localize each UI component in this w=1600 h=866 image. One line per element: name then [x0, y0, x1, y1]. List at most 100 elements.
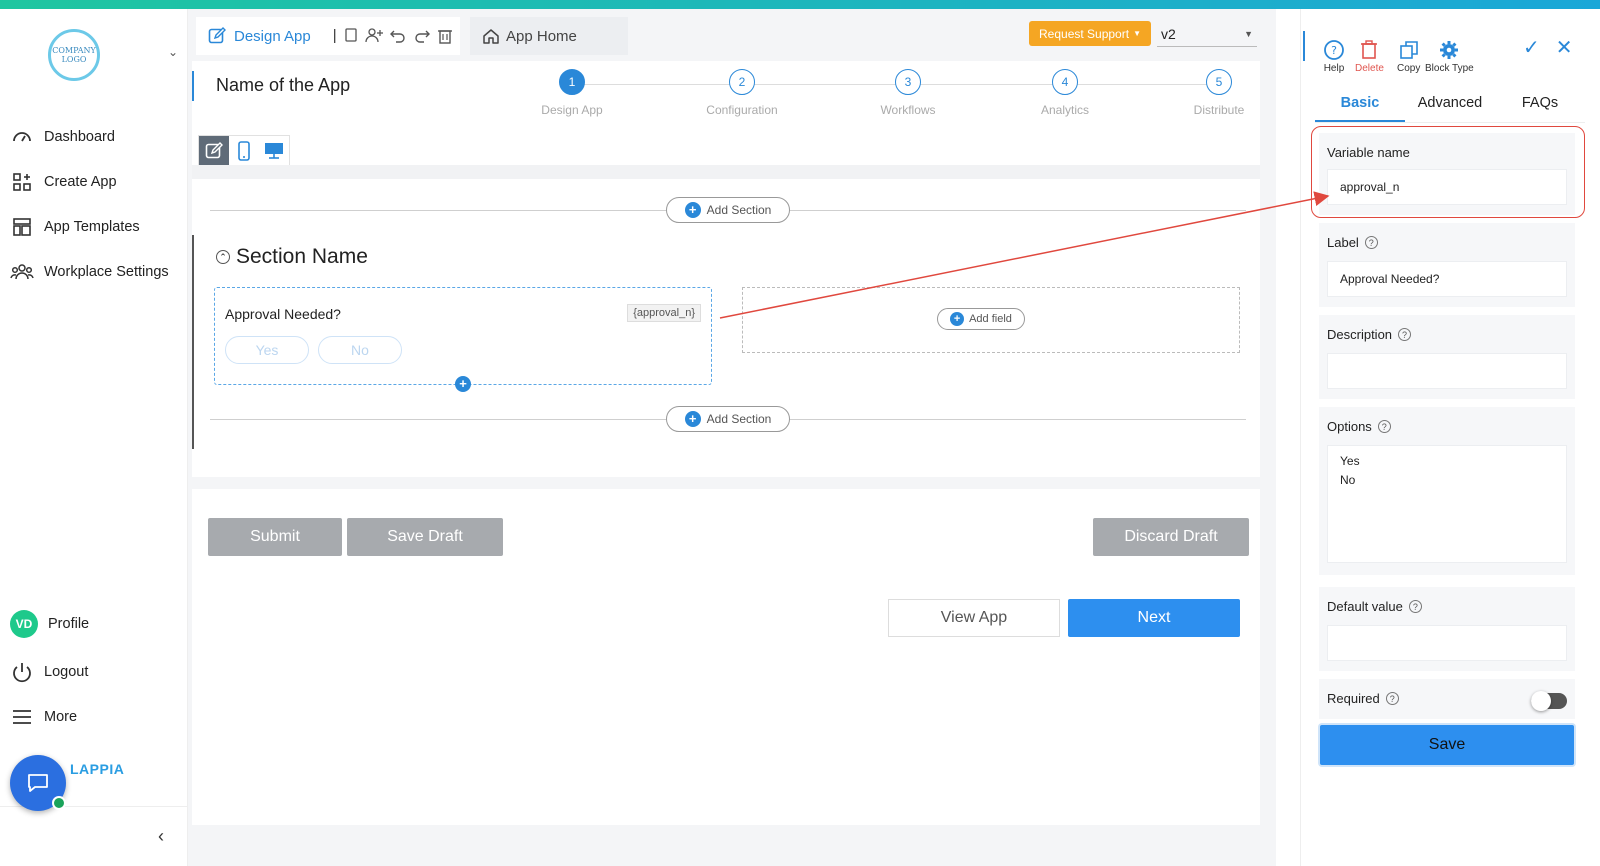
section-separator-band: [192, 165, 1260, 179]
add-section-button[interactable]: + Add Section: [666, 197, 790, 223]
step-number: 5: [1206, 69, 1232, 95]
home-icon: [483, 29, 499, 44]
sidebar-item-app-templates[interactable]: App Templates: [10, 215, 140, 239]
check-icon[interactable]: ✓: [1523, 35, 1540, 60]
mobile-view-button[interactable]: [229, 136, 259, 166]
label-label: Label?: [1327, 235, 1378, 250]
save-draft-button[interactable]: Save Draft: [347, 518, 503, 556]
version-select[interactable]: v2 ▼: [1157, 21, 1257, 47]
chevron-up-icon[interactable]: ⌃: [216, 250, 230, 264]
tab-app-home[interactable]: App Home: [470, 17, 628, 55]
sidebar-item-dashboard[interactable]: Dashboard: [10, 125, 115, 149]
help-icon[interactable]: ?: [1398, 328, 1412, 341]
delete-button[interactable]: Delete: [1355, 37, 1384, 74]
plus-icon: +: [684, 411, 701, 427]
step-label: Design App: [541, 103, 603, 117]
step-distribute[interactable]: 5 Distribute: [1174, 69, 1264, 117]
step-workflows[interactable]: 3 Workflows: [863, 69, 953, 117]
description-group: Description?: [1319, 315, 1575, 399]
sidebar-item-label: More: [44, 709, 78, 725]
option-no-button[interactable]: No: [318, 336, 402, 364]
collapse-sidebar-icon[interactable]: ‹: [158, 826, 164, 847]
sidebar-item-profile[interactable]: VD Profile: [10, 610, 89, 638]
menu-icon: [10, 705, 34, 729]
create-app-icon: [10, 170, 34, 194]
add-section-button[interactable]: + Add Section: [666, 406, 790, 432]
request-support-button[interactable]: Request Support ▼: [1029, 21, 1151, 46]
sidebar-item-label: Create App: [44, 174, 117, 190]
sidebar-item-label: Logout: [44, 664, 89, 680]
tool-label: Copy: [1397, 63, 1421, 74]
sidebar-item-label: Profile: [48, 616, 90, 632]
default-value-field[interactable]: [1327, 625, 1567, 661]
field-block-approval[interactable]: Approval Needed? {approval_n} Yes No +: [214, 287, 712, 392]
submit-button[interactable]: Submit: [208, 518, 342, 556]
help-icon[interactable]: ?: [1377, 420, 1391, 433]
edit-view-button[interactable]: [199, 136, 229, 166]
svg-text:?: ?: [1331, 44, 1337, 57]
sidebar-item-create-app[interactable]: Create App: [10, 170, 117, 194]
step-configuration[interactable]: 2 Configuration: [697, 69, 787, 117]
tab-label: App Home: [506, 27, 577, 45]
tab-faqs[interactable]: FAQs: [1495, 93, 1585, 122]
label-text: Default value: [1327, 599, 1403, 614]
tab-design-app[interactable]: Design App |: [196, 17, 460, 55]
step-design-app[interactable]: 1 Design App: [527, 69, 617, 117]
next-button[interactable]: Next: [1068, 599, 1240, 637]
sidebar: COMPANY LOGO ⌄ Dashboard Create App App …: [0, 9, 188, 866]
button-label: Add Section: [706, 203, 772, 217]
sidebar-item-label: Dashboard: [44, 129, 115, 145]
block-type-button[interactable]: Block Type: [1425, 37, 1474, 74]
help-icon[interactable]: ?: [1408, 600, 1422, 613]
tool-label: Help: [1323, 63, 1345, 74]
power-icon: [10, 660, 34, 684]
option-line: No: [1340, 473, 1356, 487]
company-logo: COMPANY LOGO: [48, 29, 100, 81]
sidebar-item-more[interactable]: More: [10, 705, 77, 729]
tab-basic[interactable]: Basic: [1315, 93, 1405, 122]
app-name-title[interactable]: Name of the App: [216, 75, 350, 96]
help-icon: ?: [1324, 40, 1344, 60]
required-toggle[interactable]: [1531, 691, 1567, 711]
separator: |: [332, 27, 337, 44]
add-field-button[interactable]: + Add field: [937, 308, 1025, 330]
copy-button[interactable]: Copy: [1397, 37, 1420, 74]
default-value-label: Default value?: [1327, 599, 1422, 614]
close-icon[interactable]: ✕: [1556, 35, 1573, 60]
redo-icon[interactable]: [413, 27, 431, 43]
default-value-group: Default value?: [1319, 587, 1575, 671]
undo-icon[interactable]: [389, 27, 407, 43]
options-group: Options? Yes No: [1319, 407, 1575, 575]
options-label: Options?: [1327, 419, 1391, 434]
step-label: Configuration: [706, 103, 778, 117]
tab-advanced[interactable]: Advanced: [1405, 93, 1495, 122]
discard-draft-button[interactable]: Discard Draft: [1093, 518, 1249, 556]
save-button[interactable]: Save: [1320, 725, 1574, 765]
step-analytics[interactable]: 4 Analytics: [1020, 69, 1110, 117]
view-app-button[interactable]: View App: [888, 599, 1060, 637]
section-header[interactable]: ⌃ Section Name: [216, 245, 368, 269]
chevron-down-icon[interactable]: ⌄: [168, 45, 178, 59]
main-area: Design App | App Home Request Support ▼ …: [188, 9, 1276, 866]
help-button[interactable]: ? Help: [1323, 37, 1345, 74]
add-user-icon[interactable]: [364, 27, 383, 43]
sidebar-item-logout[interactable]: Logout: [10, 660, 88, 684]
desktop-icon: [265, 143, 283, 159]
accent-bar: [192, 71, 194, 101]
add-below-button[interactable]: +: [455, 376, 471, 392]
description-field[interactable]: [1327, 353, 1567, 389]
options-textarea[interactable]: Yes No: [1327, 445, 1567, 563]
sidebar-item-workplace-settings[interactable]: Workplace Settings: [10, 260, 169, 284]
help-icon[interactable]: ?: [1364, 236, 1378, 249]
edit-icon: [208, 27, 226, 44]
team-icon: [10, 260, 34, 284]
label-field[interactable]: Approval Needed?: [1327, 261, 1567, 297]
help-icon[interactable]: ?: [1385, 692, 1399, 705]
copy-icon[interactable]: [343, 27, 359, 43]
option-yes-button[interactable]: Yes: [225, 336, 309, 364]
trash-icon[interactable]: [437, 27, 453, 45]
plus-icon: +: [950, 312, 965, 326]
trash-icon: [1361, 40, 1378, 59]
desktop-view-button[interactable]: [259, 136, 289, 166]
plus-icon: +: [684, 202, 701, 218]
